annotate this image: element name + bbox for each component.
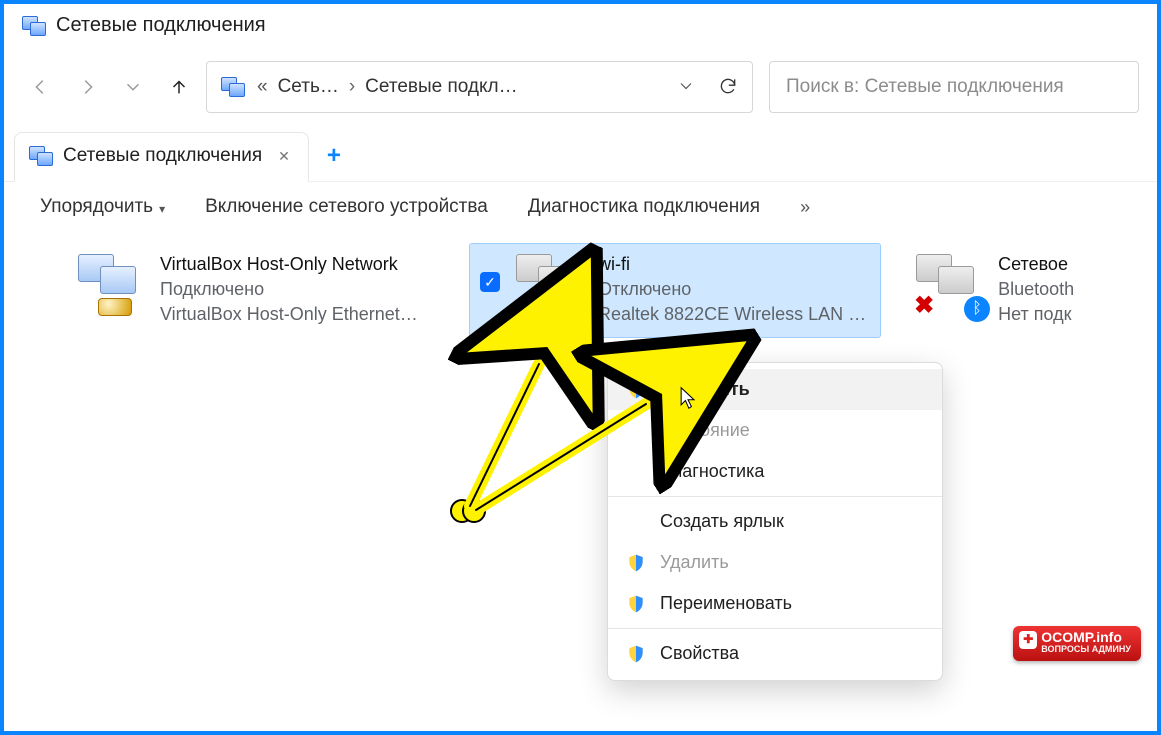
menu-create-shortcut[interactable]: Создать ярлык: [608, 501, 942, 542]
connection-name: Сетевое: [998, 254, 1074, 275]
menu-properties[interactable]: Свойства: [608, 633, 942, 674]
search-input[interactable]: Поиск в: Сетевые подключения: [769, 61, 1139, 113]
overflow-button[interactable]: »: [800, 197, 810, 218]
connection-driver: VirtualBox Host-Only Ethernet…: [160, 304, 418, 325]
network-connections-icon: [22, 16, 46, 36]
breadcrumb-prefix: «: [257, 76, 268, 98]
tab-label: Сетевые подключения: [63, 145, 262, 167]
connection-driver: Нет подк: [998, 304, 1074, 325]
connection-status: Отключено: [598, 279, 866, 300]
connection-item-bluetooth[interactable]: ✖ ᛒ Сетевое Bluetooth Нет подк: [904, 244, 1088, 337]
sort-menu[interactable]: Упорядочить ▾: [40, 196, 165, 218]
menu-status: Состояние: [608, 410, 942, 451]
menu-enable[interactable]: Включить: [608, 369, 942, 410]
tab-network-connections[interactable]: Сетевые подключения ✕: [14, 132, 309, 182]
title-bar: Сетевые подключения: [4, 4, 1157, 55]
forward-button[interactable]: [76, 76, 98, 98]
watermark-badge: OCOMP.info ВОПРОСЫ АДМИНУ: [1013, 626, 1141, 661]
breadcrumb-seg-1[interactable]: Сеть…: [278, 76, 339, 98]
nav-buttons: [30, 76, 190, 98]
shield-icon: [626, 553, 646, 573]
menu-label: Состояние: [660, 420, 750, 441]
menu-label: Переименовать: [660, 593, 792, 614]
tab-strip: Сетевые подключения ✕ +: [4, 131, 1157, 182]
watermark-main: OCOMP.info: [1041, 629, 1122, 645]
address-bar[interactable]: « Сеть… › Сетевые подкл…: [206, 61, 753, 113]
menu-separator: [608, 628, 942, 629]
menu-delete: Удалить: [608, 542, 942, 583]
menu-label: Включить: [660, 379, 750, 400]
checkbox-checked-icon[interactable]: ✓: [480, 272, 500, 292]
connection-name: wi-fi: [598, 254, 866, 275]
adapter-ethernet-icon: [76, 254, 146, 318]
menu-label: Свойства: [660, 643, 739, 664]
sort-label: Упорядочить: [40, 196, 153, 218]
menu-label: Удалить: [660, 552, 729, 573]
new-tab-button[interactable]: +: [319, 138, 349, 174]
navigation-row: « Сеть… › Сетевые подкл… Поиск в: Сетевы…: [4, 55, 1157, 131]
menu-rename[interactable]: Переименовать: [608, 583, 942, 624]
adapter-bluetooth-icon: ✖ ᛒ: [914, 254, 984, 318]
refresh-button[interactable]: [718, 76, 738, 99]
close-tab-icon[interactable]: ✕: [278, 148, 290, 165]
connection-item-wifi[interactable]: ✓ wi-fi Отключено Realtek 8822CE Wireles…: [470, 244, 880, 337]
connection-name: VirtualBox Host-Only Network: [160, 254, 418, 275]
recent-dropdown[interactable]: [122, 76, 144, 98]
menu-diagnostics[interactable]: Диагностика: [608, 451, 942, 492]
menu-separator: [608, 496, 942, 497]
connections-list: VirtualBox Host-Only Network Подключено …: [4, 234, 1157, 337]
shield-icon: [626, 380, 646, 400]
back-button[interactable]: [30, 76, 52, 98]
diagnose-button[interactable]: Диагностика подключения: [528, 196, 760, 218]
caret-down-icon: ▾: [159, 202, 165, 216]
connection-status: Bluetooth: [998, 279, 1074, 300]
breadcrumb-seg-2[interactable]: Сетевые подкл…: [365, 76, 517, 98]
shield-icon: [626, 644, 646, 664]
tab-icon: [29, 146, 53, 166]
search-placeholder: Поиск в: Сетевые подключения: [786, 76, 1064, 98]
watermark-sub: ВОПРОСЫ АДМИНУ: [1041, 645, 1131, 655]
address-icon: [221, 77, 245, 97]
up-button[interactable]: [168, 76, 190, 98]
context-menu: Включить Состояние Диагностика Создать я…: [607, 362, 943, 681]
menu-label: Создать ярлык: [660, 511, 784, 532]
window-title: Сетевые подключения: [56, 14, 266, 37]
shield-icon: [626, 594, 646, 614]
menu-label: Диагностика: [660, 461, 764, 482]
connection-item-virtualbox[interactable]: VirtualBox Host-Only Network Подключено …: [66, 244, 446, 337]
chevron-right-icon: ›: [349, 76, 355, 98]
breadcrumb[interactable]: « Сеть… › Сетевые подкл…: [257, 76, 518, 98]
connection-status: Подключено: [160, 279, 418, 300]
breadcrumb-dropdown[interactable]: [676, 76, 696, 99]
command-bar: Упорядочить ▾ Включение сетевого устройс…: [4, 182, 1157, 234]
connection-driver: Realtek 8822CE Wireless LAN …: [598, 304, 866, 325]
enable-device-button[interactable]: Включение сетевого устройства: [205, 196, 488, 218]
window-frame: Сетевые подключения « Сеть… › Сетевы: [0, 0, 1161, 735]
adapter-wifi-icon: [514, 254, 584, 318]
